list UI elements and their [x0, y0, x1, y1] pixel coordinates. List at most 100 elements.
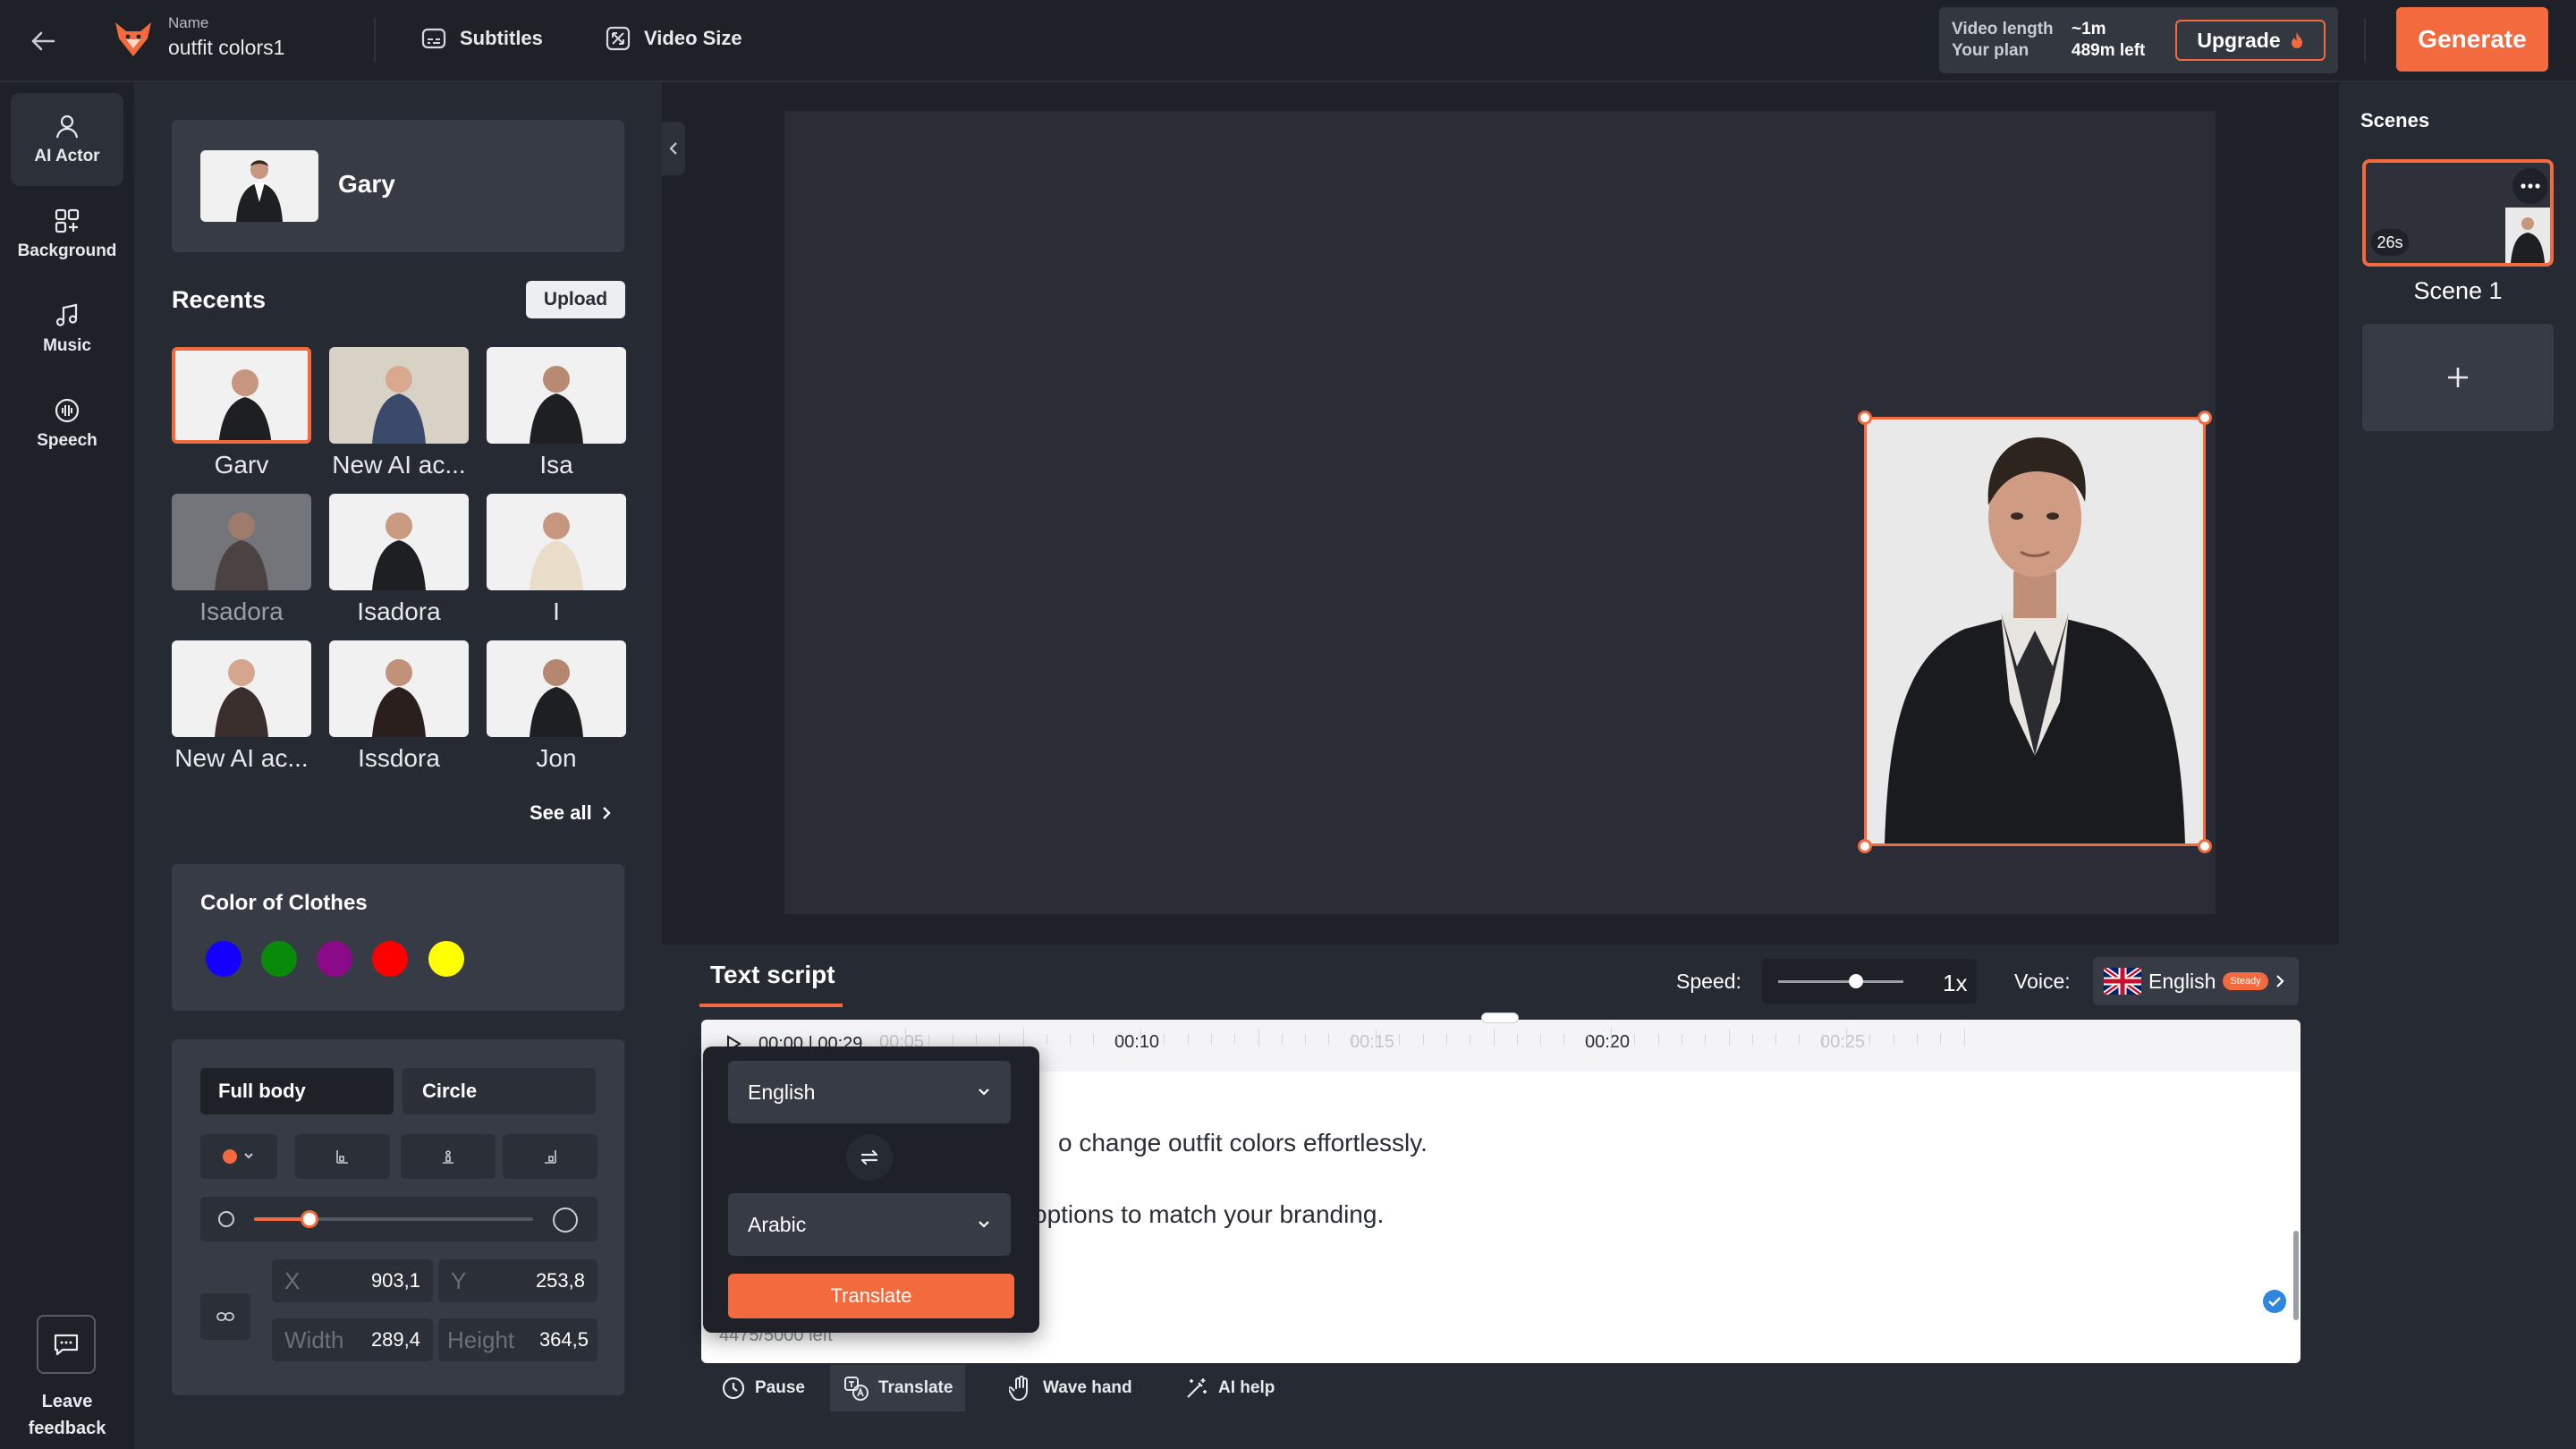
actor-tile[interactable]: [487, 640, 626, 737]
color-swatch-blue[interactable]: [206, 941, 242, 977]
feedback-label-line2: feedback: [28, 1419, 106, 1438]
subtitles-button[interactable]: Subtitles: [420, 25, 543, 52]
speed-control: 1x: [1762, 959, 1977, 1004]
generate-button[interactable]: Generate: [2396, 7, 2548, 72]
actor-tile[interactable]: [172, 494, 311, 590]
scene-duration-badge: 26s: [2371, 229, 2409, 256]
align-bottom-center-button[interactable]: [401, 1134, 496, 1179]
x-field[interactable]: X 903,1: [272, 1259, 433, 1302]
timeline-tick-mark: [1751, 1034, 1753, 1045]
y-field[interactable]: Y 253,8: [438, 1259, 597, 1302]
script-scrollbar[interactable]: [2293, 1231, 2299, 1320]
full-body-button[interactable]: Full body: [200, 1068, 394, 1114]
divider: [2364, 18, 2366, 63]
circle-button[interactable]: Circle: [402, 1068, 596, 1114]
scenes-panel: Scenes 26s Scene 1: [2339, 82, 2576, 1449]
timeline-tick-mark: [1587, 1034, 1589, 1045]
timeline-tick-mark: [975, 1034, 977, 1045]
width-field[interactable]: Width 289,4: [272, 1318, 433, 1361]
rail-item-music[interactable]: Music: [11, 283, 123, 376]
timeline-tick-mark: [1516, 1034, 1518, 1045]
timeline-tick-mark: [1657, 1034, 1659, 1045]
resize-handle-bl[interactable]: [1858, 839, 1872, 853]
translate-icon: [843, 1375, 869, 1402]
size-slider-track[interactable]: [254, 1210, 533, 1228]
source-language-select[interactable]: English: [728, 1061, 1011, 1123]
scene-thumb-1[interactable]: 26s: [2362, 159, 2554, 267]
resize-handle-tl[interactable]: [1858, 411, 1872, 425]
project-name-label: Name: [168, 14, 209, 31]
rail-item-ai-actor[interactable]: AI Actor: [11, 93, 123, 186]
timeline-tick-label: 00:25: [1820, 1032, 1866, 1052]
timeline-tick-label: 00:15: [1350, 1032, 1395, 1052]
actor-tile[interactable]: [487, 494, 626, 590]
target-language-select[interactable]: Arabic: [728, 1193, 1011, 1256]
upload-button[interactable]: Upload: [526, 281, 625, 318]
resize-handle-tr[interactable]: [2198, 411, 2212, 425]
speed-slider-knob[interactable]: [1848, 974, 1863, 988]
actor-tile[interactable]: [329, 640, 469, 737]
recents-title: Recents: [172, 286, 267, 313]
timeline-tick-mark: [1399, 1034, 1401, 1045]
project-name-input[interactable]: outfit colors1: [168, 36, 284, 60]
lock-aspect-button[interactable]: [200, 1293, 250, 1340]
see-all-link[interactable]: See all: [530, 801, 612, 825]
rail-item-background[interactable]: Background: [11, 188, 123, 281]
voice-language: English: [2148, 969, 2216, 993]
actor-tile[interactable]: [329, 347, 469, 444]
pause-button[interactable]: Pause: [708, 1365, 818, 1411]
timeline-tick-mark: [1093, 1034, 1095, 1045]
scene-label-1: Scene 1: [2413, 277, 2503, 304]
actor-name: Isa: [539, 451, 573, 479]
color-swatch-purple[interactable]: [317, 941, 352, 977]
scene-menu-button[interactable]: [2512, 168, 2548, 204]
feedback-icon: [37, 1315, 96, 1374]
upgrade-button[interactable]: Upgrade: [2175, 20, 2326, 61]
actor-tile[interactable]: [329, 494, 469, 590]
timeline-tick-mark: [1634, 1034, 1636, 1045]
timeline-tick-mark: [1022, 1029, 1024, 1046]
canvas-actor[interactable]: [1864, 417, 2206, 846]
layout-card: Full body Circle X 903,1 Y 253,8 Width 2…: [172, 1039, 624, 1395]
border-color-picker[interactable]: [200, 1134, 277, 1179]
actor-tile[interactable]: [487, 347, 626, 444]
speed-slider-track[interactable]: [1778, 974, 1903, 988]
magic-wand-icon: [1184, 1376, 1209, 1401]
wave-hand-button[interactable]: Wave hand: [996, 1365, 1145, 1411]
color-swatch-yellow[interactable]: [428, 941, 464, 977]
actor-name: I: [553, 597, 560, 625]
rail-item-speech[interactable]: Speech: [11, 377, 123, 470]
collapse-panel-button[interactable]: [662, 122, 685, 175]
video-length-value: ~1m: [2072, 20, 2106, 38]
video-size-button[interactable]: Video Size: [605, 25, 742, 52]
align-bottom-left-button[interactable]: [295, 1134, 390, 1179]
timeline-tick-mark: [1846, 1029, 1847, 1046]
timeline-tick-mark: [1070, 1034, 1072, 1045]
actor-tile[interactable]: [172, 347, 311, 444]
actor-figure: [1885, 437, 2185, 843]
timeline-drag-handle[interactable]: [1481, 1013, 1519, 1023]
swap-languages-button[interactable]: [846, 1134, 893, 1181]
ai-help-button[interactable]: AI help: [1172, 1365, 1287, 1411]
timeline-tick-mark: [999, 1034, 1001, 1045]
selected-actor-card[interactable]: Gary: [172, 120, 624, 252]
color-swatch-green[interactable]: [261, 941, 297, 977]
translate-tool-button[interactable]: Translate: [830, 1365, 966, 1411]
chevron-right-icon: [601, 805, 612, 821]
back-arrow-icon[interactable]: [27, 25, 59, 57]
resize-handle-br[interactable]: [2198, 839, 2212, 853]
color-swatch-red[interactable]: [372, 941, 408, 977]
height-field[interactable]: Height 364,5: [438, 1318, 597, 1361]
selected-actor-thumb: [200, 150, 318, 222]
align-bottom-right-button[interactable]: [503, 1134, 597, 1179]
voice-selector[interactable]: English Steady: [2093, 957, 2299, 1005]
add-scene-button[interactable]: [2362, 324, 2554, 431]
actor-tile[interactable]: [172, 640, 311, 737]
tab-text-script[interactable]: Text script: [710, 961, 835, 989]
divider: [374, 18, 376, 63]
leave-feedback-button[interactable]: Leave feedback: [18, 1315, 116, 1444]
uk-flag-icon: [2104, 968, 2141, 995]
translate-button[interactable]: Translate: [728, 1274, 1014, 1318]
timeline-tick-mark: [1116, 1034, 1118, 1045]
timeline-tick-label: 00:10: [1114, 1032, 1160, 1052]
